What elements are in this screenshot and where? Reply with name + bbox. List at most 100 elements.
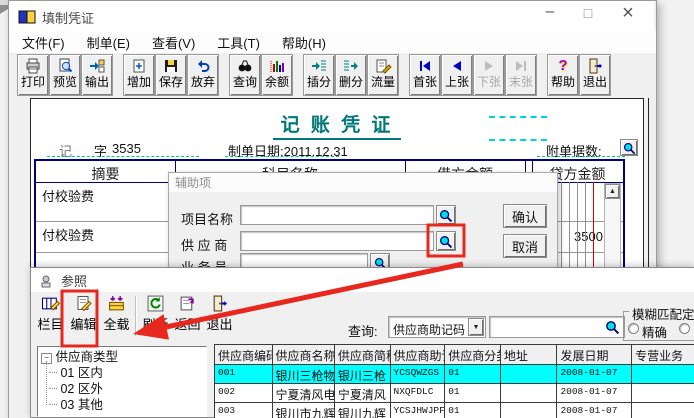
toolbar-output-button[interactable]: 输出 [81,54,113,96]
confirm-button[interactable]: 确认 [503,204,547,228]
query-magnifier-icon[interactable] [605,319,620,335]
summary-cell[interactable]: 付校验费 [42,225,94,244]
menu-bar: 文件(F) 制单(E) 查看(V) 工具(T) 帮助(H) [9,31,656,53]
summary-cell[interactable]: 付校验费 [42,186,94,205]
window-title: 填制凭证 [42,8,94,27]
table-row[interactable]: 001 银川三枪物 银川三枪 YCSQWZGS 01 2008-01-07 [215,365,694,384]
toolbar-exit-button[interactable]: 退出 [579,54,611,96]
toolbar-balance-button[interactable]: 余额 [261,54,293,96]
voucher-date: 制单日期:2011.12.31 [228,141,348,160]
tree-branch-line [49,388,57,389]
supplier-search-button[interactable] [436,231,456,251]
project-search-button[interactable] [436,205,456,225]
main-toolbar: 打印 预览 输出 增加 保存 放弃 [9,53,654,97]
toolbar-query-button[interactable]: 查询 [229,54,261,96]
ref-toolbar-refresh-button[interactable]: 刷新 [140,294,171,340]
toolbar-preview-button[interactable]: 预览 [49,54,81,96]
tree-branch-line [49,372,57,373]
scroll-up-button[interactable]: ▲ [605,184,620,199]
attach-search-button[interactable] [620,139,638,156]
edit-page-icon [68,295,99,314]
col-header[interactable]: 地址 [501,345,558,364]
aux-dialog-title: 辅助项 [175,174,211,191]
col-header[interactable]: 专营业务 [632,345,694,364]
match-precise-label: 精确 [642,322,667,341]
supplier-table-header-row: 供应商编码 供应商名称 供应商简称 供应商助记 供应商分类 地址 发展日期 专营… [215,345,694,365]
table-row[interactable]: 002 宁夏清风电 宁夏清风 NXQFDLC 01 2008-01-07 [215,384,694,403]
first-record-icon [410,57,440,75]
toolbar-prev-button[interactable]: 上张 [441,54,473,96]
project-name-input[interactable] [240,205,434,225]
toolbar-print-button[interactable]: 打印 [17,54,49,96]
match-precise-radio[interactable] [628,323,639,334]
query-type-dropdown[interactable]: 供应商助记码 ▼ [388,316,486,338]
tree-item-inside-area[interactable]: 01 区内 [49,365,206,381]
screen: 填制凭证 – □ × 文件(F) 制单(E) 查看(V) 工具(T) 帮助(H)… [0,0,694,418]
voucher-ledger-word: 记 [59,141,72,160]
scroll-up-icon: ▲ [609,188,616,195]
delete-split-icon [336,57,366,75]
supplier-input[interactable] [240,231,434,251]
save-floppy-icon [156,57,186,75]
help-icon: ? [548,57,578,75]
toolbar-insert-split-button[interactable]: 插分 [303,54,335,96]
add-page-icon [124,57,154,75]
ref-toolbar-columns-button[interactable]: 栏目 [35,294,66,340]
export-icon [82,57,112,75]
menu-file[interactable]: 文件(F) [11,30,76,55]
col-header[interactable]: 供应商编码 [215,345,273,364]
magnifier-icon [623,140,636,155]
reference-window-titlebar[interactable]: 参照 [31,268,694,292]
aux-dialog-titlebar[interactable]: 辅助项 [169,173,557,192]
ref-toolbar-edit-button[interactable]: 编辑 [68,294,99,340]
supplier-label: 供 应 商 [181,235,227,254]
dropdown-arrow-button[interactable]: ▼ [468,318,484,336]
bar-chart-icon [262,57,292,75]
printer-icon [18,57,48,75]
voucher-window-titlebar[interactable]: 填制凭证 – □ × [9,1,654,31]
ref-toolbar-exit-button[interactable]: 退出 [204,294,235,340]
preview-icon [50,57,80,75]
col-header[interactable]: 供应商分类 [445,345,501,364]
magnifier-icon [439,207,453,223]
col-header[interactable]: 供应商助记 [391,345,446,364]
match-fuzzy-radio[interactable] [679,323,690,334]
supplier-tree-panel: − 供应商类型 01 区内 02 区外 03 其他 [37,346,207,417]
supplier-table: 供应商编码 供应商名称 供应商简称 供应商助记 供应商分类 地址 发展日期 专营… [214,344,694,418]
project-name-label: 项目名称 [181,209,233,228]
toolbar-delete-split-button[interactable]: 删分 [335,54,367,96]
tree-item-other[interactable]: 03 其他 [49,397,206,413]
ref-toolbar-return-button[interactable]: 返回 [172,294,203,340]
dashed-underline [537,156,625,157]
app-icon [18,8,36,25]
match-mode-group-title: 模糊匹配定 [629,304,694,323]
tree-item-outside-area[interactable]: 02 区外 [49,381,206,397]
menu-help[interactable]: 帮助(H) [271,30,337,55]
tree-guide-line [46,361,48,405]
col-header[interactable]: 供应商简称 [335,345,391,364]
ref-toolbar-load-all-button[interactable]: 全载 [101,294,132,340]
toolbar-flow-button[interactable]: 流量 [367,54,399,96]
query-type-value: 供应商助记码 [393,321,465,338]
menu-make-voucher[interactable]: 制单(E) [76,30,141,55]
toolbar-first-button[interactable]: 首张 [409,54,441,96]
credit-amount-cell[interactable]: 3500 [574,229,603,244]
toolbar-add-button[interactable]: 增加 [123,54,155,96]
menu-view[interactable]: 查看(V) [141,30,206,55]
toolbar-save-button[interactable]: 保存 [155,54,187,96]
tree-root-supplier-type[interactable]: − 供应商类型 [41,349,206,365]
cancel-button[interactable]: 取消 [503,234,547,258]
menu-tools[interactable]: 工具(T) [206,30,271,55]
table-row[interactable]: 003 银川市九辉 银川九辉 YCSJHWJPFB 01 2008-01-07 [215,403,694,418]
col-header[interactable]: 供应商名称 [273,345,335,364]
next-record-icon [474,57,504,75]
minimize-button[interactable]: – [532,3,568,27]
undo-icon [188,57,218,75]
toolbar-help-button[interactable]: ? 帮助 [547,54,579,96]
magnifier-icon [439,233,453,249]
toolbar-discard-button[interactable]: 放弃 [187,54,219,96]
maximize-button[interactable]: □ [570,5,606,29]
col-header[interactable]: 发展日期 [557,345,632,364]
dashed-underline [225,156,339,157]
close-button[interactable]: × [610,2,646,28]
